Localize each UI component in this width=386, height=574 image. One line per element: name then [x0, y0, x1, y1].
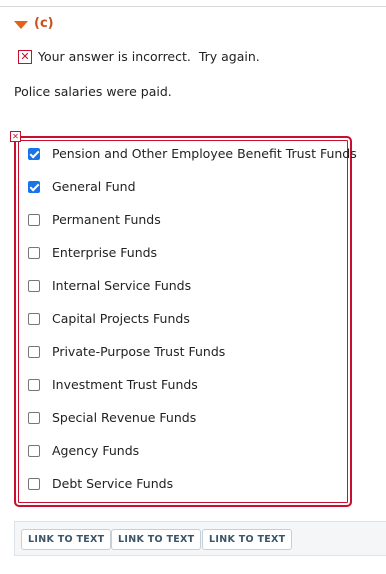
checkbox[interactable]	[28, 279, 40, 292]
option-capital-projects-funds[interactable]: Capital Projects Funds	[28, 311, 190, 326]
link-to-text-button[interactable]: LINK TO TEXT	[21, 529, 112, 550]
option-permanent-funds[interactable]: Permanent Funds	[28, 212, 161, 227]
option-label: Permanent Funds	[52, 212, 161, 227]
option-label: Agency Funds	[52, 443, 140, 458]
feedback-message: ✕ Your answer is incorrect. Try again.	[18, 49, 260, 64]
option-internal-service-funds[interactable]: Internal Service Funds	[28, 278, 191, 293]
option-pension-trust-funds[interactable]: Pension and Other Employee Benefit Trust…	[28, 146, 357, 161]
checkbox[interactable]	[28, 180, 40, 193]
checkbox[interactable]	[28, 411, 40, 424]
incorrect-icon: ✕	[18, 49, 32, 64]
option-label: Capital Projects Funds	[52, 311, 190, 326]
checkbox[interactable]	[28, 345, 40, 358]
incorrect-marker-icon: ✕	[10, 131, 21, 142]
option-debt-service-funds[interactable]: Debt Service Funds	[28, 476, 173, 491]
option-special-revenue-funds[interactable]: Special Revenue Funds	[28, 410, 196, 425]
option-label: Pension and Other Employee Benefit Trust…	[52, 146, 357, 161]
part-label: (c)	[34, 16, 54, 31]
collapse-triangle-icon[interactable]	[14, 20, 28, 29]
option-enterprise-funds[interactable]: Enterprise Funds	[28, 245, 157, 260]
checkbox[interactable]	[28, 213, 40, 226]
option-general-fund[interactable]: General Fund	[28, 179, 136, 194]
link-bar: LINK TO TEXT LINK TO TEXT LINK TO TEXT	[14, 521, 386, 556]
answer-options: Pension and Other Employee Benefit Trust…	[14, 136, 357, 507]
option-investment-trust-funds[interactable]: Investment Trust Funds	[28, 377, 198, 392]
checkbox[interactable]	[28, 477, 40, 490]
option-label: Private-Purpose Trust Funds	[52, 344, 226, 359]
option-label: Special Revenue Funds	[52, 410, 197, 425]
top-divider	[0, 6, 386, 7]
checkbox[interactable]	[28, 246, 40, 259]
link-to-text-button[interactable]: LINK TO TEXT	[111, 529, 202, 550]
part-header[interactable]: (c)	[14, 16, 54, 31]
checkbox[interactable]	[28, 147, 40, 160]
question-text: Police salaries were paid.	[14, 84, 172, 99]
option-private-purpose-trust-funds[interactable]: Private-Purpose Trust Funds	[28, 344, 225, 359]
option-label: Enterprise Funds	[52, 245, 158, 260]
option-label: Debt Service Funds	[52, 476, 174, 491]
feedback-text: Your answer is incorrect. Try again.	[38, 49, 260, 64]
checkbox[interactable]	[28, 312, 40, 325]
link-to-text-button[interactable]: LINK TO TEXT	[202, 529, 293, 550]
option-label: Investment Trust Funds	[52, 377, 198, 392]
checkbox[interactable]	[28, 378, 40, 391]
checkbox[interactable]	[28, 444, 40, 457]
option-agency-funds[interactable]: Agency Funds	[28, 443, 139, 458]
option-label: Internal Service Funds	[52, 278, 192, 293]
option-label: General Fund	[52, 179, 136, 194]
